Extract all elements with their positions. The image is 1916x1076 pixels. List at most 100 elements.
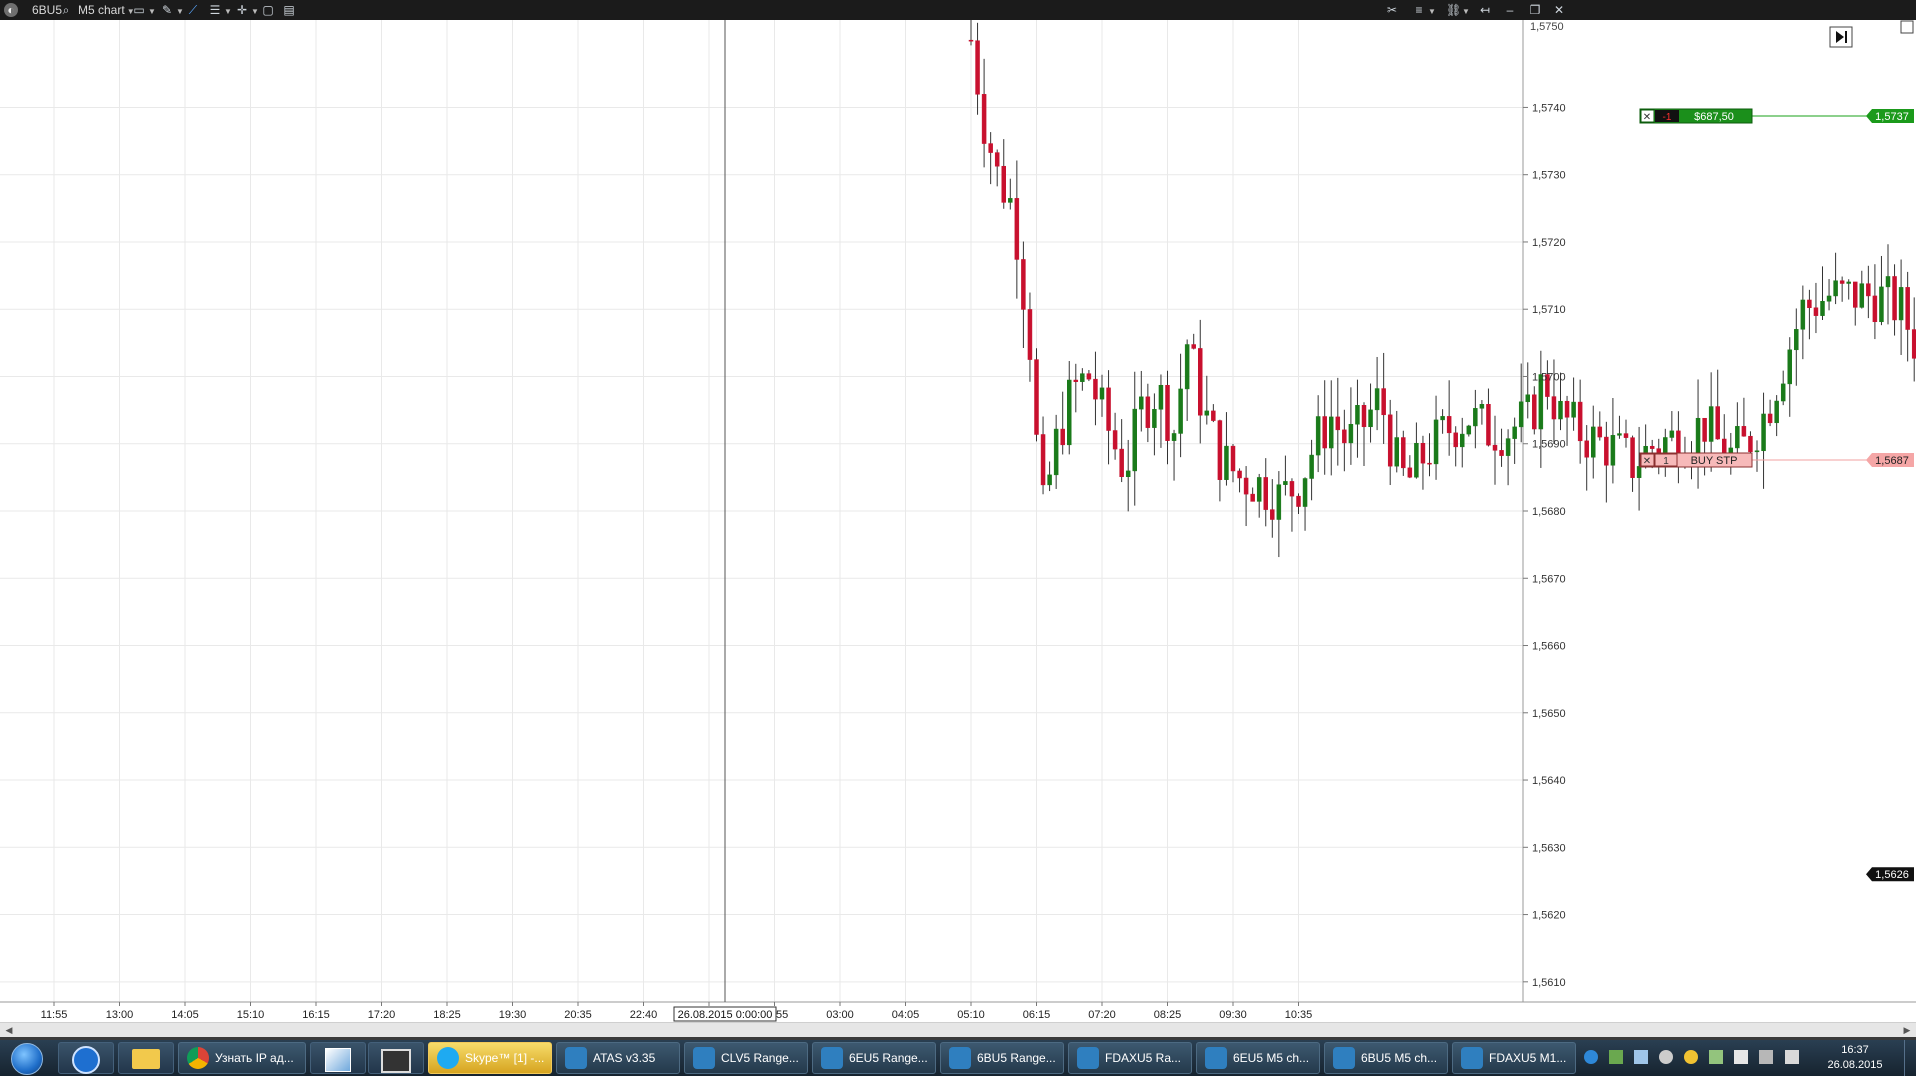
- candle-body: [1663, 437, 1668, 454]
- candle-body: [1466, 425, 1472, 435]
- symbol-label[interactable]: 6BU5: [32, 2, 62, 18]
- candle-body: [1184, 344, 1190, 390]
- taskbar-item-fdaxu5-m1[interactable]: FDAXU5 M1...: [1452, 1042, 1576, 1074]
- candle-body: [1761, 413, 1766, 452]
- taskbar-item-skype[interactable]: Skype™ [1] -...: [428, 1042, 552, 1074]
- candle-body: [1034, 359, 1039, 435]
- candle-body: [1807, 299, 1812, 308]
- line-chart-icon[interactable]: ⟋: [186, 2, 200, 18]
- windows-logo-icon: [11, 1043, 43, 1075]
- candle-body: [1165, 384, 1170, 441]
- flag-icon[interactable]: [1734, 1050, 1749, 1064]
- minimize-icon[interactable]: –: [1503, 2, 1517, 18]
- candle-body: [1329, 416, 1334, 449]
- candle-body: [1479, 404, 1485, 409]
- candle-body: [1630, 437, 1635, 478]
- candle-body: [1577, 401, 1583, 442]
- candle-body: [1315, 416, 1321, 456]
- tray-app-icon[interactable]: [1609, 1050, 1624, 1064]
- paint-icon[interactable]: [310, 1042, 366, 1074]
- y-tick-label: 1,5660: [1532, 641, 1566, 653]
- candle-body: [1243, 477, 1249, 495]
- taskbar-item-6eu5-range[interactable]: 6EU5 Range...: [812, 1042, 936, 1074]
- x-tick-label: 13:00: [106, 1009, 134, 1021]
- tools-icon[interactable]: ✂: [1385, 2, 1399, 18]
- candle-body: [1833, 280, 1838, 297]
- atas-icon: [821, 1047, 843, 1069]
- taskbar-item-chrome[interactable]: Узнать IP ад...: [178, 1042, 306, 1074]
- candle-body: [1047, 474, 1052, 486]
- horizontal-scrollbar[interactable]: ◀ ▶: [0, 1022, 1916, 1037]
- x-tick-label: 04:05: [892, 1009, 920, 1021]
- network-icon[interactable]: [1759, 1050, 1774, 1064]
- crosshair-icon[interactable]: ✛ ▼: [235, 2, 259, 18]
- layout-icon[interactable]: ▤: [282, 2, 296, 18]
- candle-body: [1885, 276, 1891, 288]
- candle-body: [1355, 405, 1360, 425]
- tray-app-icon[interactable]: [1584, 1050, 1598, 1064]
- candle-body: [1505, 438, 1511, 456]
- candle-body: [1224, 445, 1229, 480]
- taskbar-item-clv5[interactable]: CLV5 Range...: [684, 1042, 808, 1074]
- taskbar-item-fdaxu5-range[interactable]: FDAXU5 Ra...: [1068, 1042, 1192, 1074]
- taskbar-item-atas[interactable]: ATAS v3.35: [556, 1042, 680, 1074]
- top-price-label: 1,5750: [1530, 21, 1564, 33]
- candle-body: [1499, 450, 1504, 456]
- restore-icon[interactable]: ❐: [1528, 2, 1542, 18]
- teamviewer-icon[interactable]: [58, 1042, 114, 1074]
- atas-icon: [693, 1047, 715, 1069]
- scroll-right-icon[interactable]: ▶: [1900, 1023, 1914, 1037]
- pin-icon[interactable]: ↤: [1478, 2, 1492, 18]
- chart-type-dropdown[interactable]: M5 chart ▼: [78, 2, 135, 18]
- list-icon[interactable]: ≡ ▼: [1412, 2, 1435, 18]
- tray-app-icon[interactable]: [1684, 1050, 1699, 1064]
- volume-icon[interactable]: [1784, 1050, 1799, 1064]
- link-icon[interactable]: ⛓▼: [1446, 2, 1470, 18]
- candle-body: [1106, 387, 1111, 431]
- candle-body: [1794, 329, 1799, 351]
- candle-body: [988, 143, 993, 153]
- candle-body: [1748, 435, 1753, 453]
- taskbar-item-6eu5-m5[interactable]: 6EU5 M5 ch...: [1196, 1042, 1320, 1074]
- y-tick-label: 1,5740: [1532, 102, 1566, 114]
- candle-body: [1859, 283, 1865, 308]
- candle-body: [1086, 373, 1092, 380]
- candle-body: [1027, 309, 1033, 360]
- tray-app-icon[interactable]: [1709, 1050, 1724, 1064]
- window-icon[interactable]: ▢: [261, 2, 275, 18]
- x-tick-label: 22:40: [630, 1009, 658, 1021]
- clock[interactable]: 16:37 26.08.2015: [1820, 1043, 1890, 1073]
- taskbar-item-6bu5-range[interactable]: 6BU5 Range...: [940, 1042, 1064, 1074]
- y-tick-label: 1,5650: [1532, 708, 1566, 720]
- candle-body: [1820, 301, 1825, 316]
- candle-body: [1178, 388, 1183, 434]
- taskbar-item-6bu5-m5[interactable]: 6BU5 M5 ch...: [1324, 1042, 1448, 1074]
- x-tick-label: 10:35: [1285, 1009, 1313, 1021]
- explorer-icon[interactable]: [118, 1042, 174, 1074]
- indicators-icon[interactable]: ☰ ▼: [208, 2, 232, 18]
- candle-body: [1905, 287, 1910, 330]
- app-logo-icon[interactable]: ◐: [4, 2, 18, 18]
- candle-body: [1512, 426, 1517, 439]
- candle-body: [1407, 467, 1413, 478]
- pencil-icon[interactable]: ✎ ▼: [160, 2, 184, 18]
- media-icon[interactable]: [368, 1042, 424, 1074]
- system-tray: [1580, 1044, 1803, 1072]
- monitor-icon[interactable]: ▭ ▼: [132, 2, 156, 18]
- candle-body: [1597, 426, 1603, 438]
- candle-body: [1342, 429, 1347, 444]
- candle-body: [981, 94, 987, 144]
- tray-app-icon[interactable]: [1659, 1050, 1674, 1064]
- candle-body: [1879, 286, 1884, 323]
- close-icon[interactable]: ✕: [1552, 2, 1566, 18]
- search-icon[interactable]: ⌕: [59, 2, 73, 18]
- price-chart[interactable]: 1,5740 1,5730 1,5720 1,5710 1,5700 1,5690 1,56…: [0, 20, 1916, 1022]
- corner-box-icon[interactable]: [1900, 20, 1914, 34]
- start-button[interactable]: [4, 1042, 50, 1075]
- candle-body: [1204, 410, 1210, 416]
- show-desktop-button[interactable]: [1904, 1040, 1916, 1076]
- scroll-left-icon[interactable]: ◀: [2, 1023, 16, 1037]
- candle-body: [994, 152, 1000, 167]
- tray-app-icon[interactable]: [1634, 1050, 1649, 1064]
- candle-body: [1158, 384, 1164, 410]
